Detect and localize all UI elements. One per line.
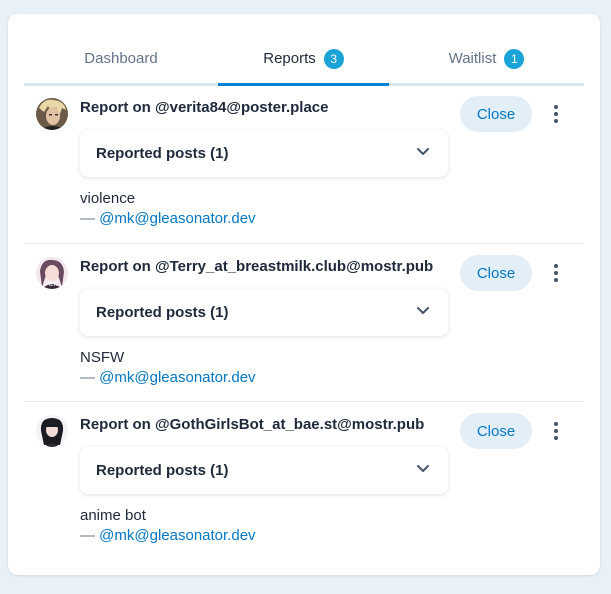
report-title: Report on @verita84@poster.place xyxy=(80,99,329,116)
chevron-down-icon xyxy=(417,465,429,472)
reports-card: Dashboard Reports 3 Waitlist 1 Report on… xyxy=(8,14,600,575)
close-report-button[interactable]: Close xyxy=(460,96,532,132)
reporter-link[interactable]: @mk@gleasonator.dev xyxy=(99,369,255,386)
reporter-link[interactable]: @mk@gleasonator.dev xyxy=(99,210,255,227)
reporter-line: — @mk@gleasonator.dev xyxy=(80,210,256,227)
reported-posts-accordion[interactable]: Reported posts (1) xyxy=(80,130,448,177)
report-item: Report on @GothGirlsBot_at_bae.st@mostr.… xyxy=(24,401,584,559)
tab-label: Dashboard xyxy=(84,50,158,67)
report-reason: violence xyxy=(80,190,136,207)
more-options-icon[interactable] xyxy=(548,102,564,126)
report-item: MLK Report on @Terry_at_breastmilk.club@… xyxy=(24,243,584,401)
report-reason: anime bot xyxy=(80,507,146,524)
reporter-link[interactable]: @mk@gleasonator.dev xyxy=(99,527,255,544)
reporter-dash: — xyxy=(80,527,100,544)
reporter-dash: — xyxy=(80,369,100,386)
reporter-line: — @mk@gleasonator.dev xyxy=(80,527,256,544)
chevron-down-icon xyxy=(417,148,429,155)
report-reason: NSFW xyxy=(80,349,125,366)
close-report-button[interactable]: Close xyxy=(460,413,532,449)
reporter-dash: — xyxy=(80,210,100,227)
reported-posts-accordion[interactable]: Reported posts (1) xyxy=(80,447,448,494)
svg-text:MLK: MLK xyxy=(45,281,59,288)
more-options-icon[interactable] xyxy=(548,419,564,443)
tab-label: Waitlist xyxy=(448,50,497,67)
accordion-label: Reported posts (1) xyxy=(96,462,229,479)
avatar[interactable]: MLK xyxy=(36,257,68,289)
admin-tabs: Dashboard Reports 3 Waitlist 1 xyxy=(24,34,584,86)
reported-posts-accordion[interactable]: Reported posts (1) xyxy=(80,289,448,336)
avatar[interactable] xyxy=(36,98,68,130)
more-options-icon[interactable] xyxy=(548,261,564,285)
chevron-down-icon xyxy=(417,307,429,314)
tab-label: Reports xyxy=(263,50,316,67)
count-badge: 1 xyxy=(504,48,525,69)
tab-dashboard[interactable]: Dashboard xyxy=(24,34,218,83)
report-title: Report on @GothGirlsBot_at_bae.st@mostr.… xyxy=(80,416,425,433)
count-badge: 3 xyxy=(323,48,344,69)
accordion-label: Reported posts (1) xyxy=(96,304,229,321)
tab-reports[interactable]: Reports 3 xyxy=(218,34,389,86)
tab-waitlist[interactable]: Waitlist 1 xyxy=(389,34,584,83)
close-report-button[interactable]: Close xyxy=(460,255,532,291)
avatar[interactable] xyxy=(36,415,68,447)
report-item: Report on @verita84@poster.place Close R… xyxy=(24,94,584,252)
reporter-line: — @mk@gleasonator.dev xyxy=(80,369,256,386)
accordion-label: Reported posts (1) xyxy=(96,145,229,162)
report-title: Report on @Terry_at_breastmilk.club@most… xyxy=(80,258,434,275)
